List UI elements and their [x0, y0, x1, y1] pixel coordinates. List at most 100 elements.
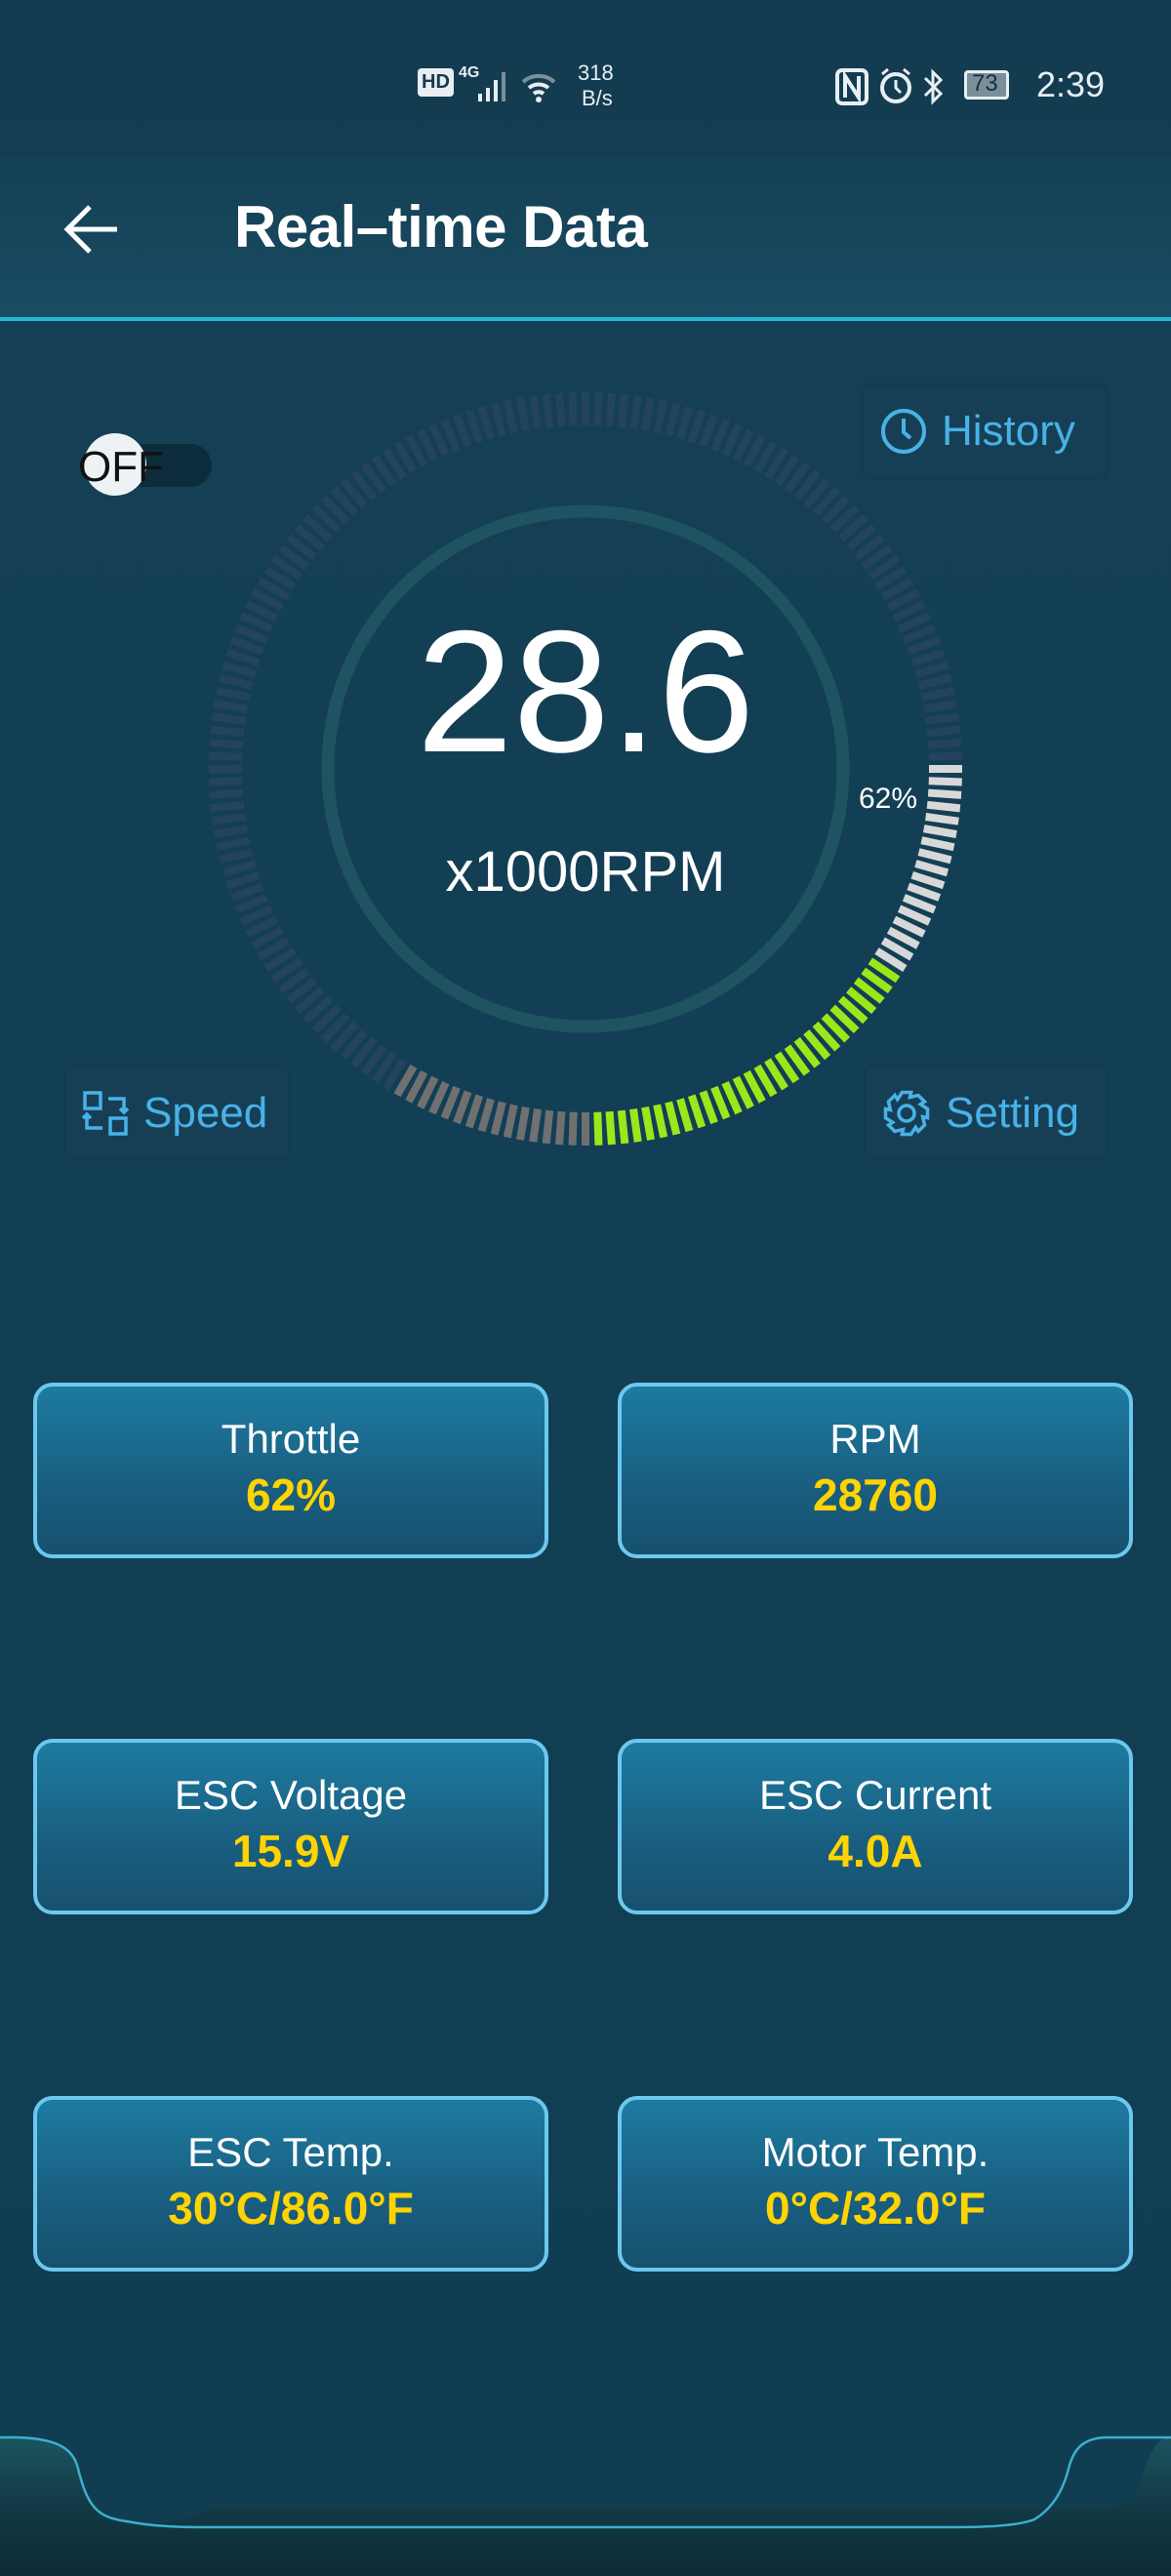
gauge-tick [234, 894, 269, 914]
metric-card-throttle: Throttle 62% [33, 1383, 548, 1558]
gauge-tick [214, 825, 249, 838]
power-toggle[interactable]: OFF [78, 433, 212, 496]
gauge-tick [216, 836, 251, 852]
metric-value: 15.9V [231, 1826, 350, 1876]
metric-label: ESC Current [758, 1772, 992, 1818]
gauge-tick [229, 636, 264, 656]
toggle-label: OFF [78, 443, 164, 491]
gauge-tick [926, 725, 961, 738]
gauge-tick [710, 1085, 731, 1120]
alarm-icon [880, 67, 911, 103]
arrow-left-icon[interactable] [59, 195, 127, 263]
nfc-icon [835, 68, 868, 105]
gauge-tick [229, 882, 264, 902]
gauge-tick [464, 1094, 484, 1129]
gauge-tick [225, 870, 261, 890]
gauge-tick [927, 788, 962, 799]
metric-value: 0°C/32.0°F [764, 2183, 986, 2234]
rpm-value: 28.6 [416, 594, 755, 788]
gauge-tick [440, 1085, 461, 1120]
gauge-tick [902, 894, 937, 914]
gauge-tick [464, 409, 484, 444]
switch-mode-icon [81, 1090, 130, 1136]
gauge-tick [605, 1110, 616, 1146]
metric-value: 4.0A [828, 1826, 923, 1876]
gauge-tick [641, 397, 655, 432]
gauge-tick [914, 661, 949, 678]
gauge-tick [593, 392, 603, 426]
gauge-tick [914, 860, 949, 877]
gauge-tick [629, 1108, 642, 1143]
hd-icon: HD [418, 68, 454, 97]
throttle-percent-label: 62% [859, 783, 918, 815]
gauge-tick [605, 392, 616, 427]
gauge-tick [653, 399, 668, 434]
gauge-tick [902, 624, 937, 644]
gauge-tick [440, 418, 461, 453]
gauge-tick [928, 751, 962, 761]
gauge-tick [928, 777, 962, 786]
gauge-tick [503, 399, 518, 434]
bluetooth-icon [923, 68, 944, 105]
gauge-tick [490, 402, 506, 437]
gauge-tick [617, 1109, 629, 1145]
wifi-icon [521, 73, 556, 102]
gauge-tick [687, 409, 707, 444]
gauge-tick [920, 836, 955, 852]
metric-label: Throttle [221, 1416, 361, 1462]
gauge-tick [503, 1104, 518, 1139]
net-speed-value: 318 [578, 60, 614, 85]
metric-label: ESC Temp. [187, 2129, 394, 2175]
gauge-tick [490, 1101, 506, 1136]
gauge-tick [516, 397, 530, 432]
metric-label: ESC Voltage [174, 1772, 408, 1818]
gauge-tick [568, 1111, 578, 1146]
gauge-tick [555, 1110, 566, 1146]
metric-card-esc-temp: ESC Temp. 30°C/86.0°F [33, 2096, 548, 2272]
gauge-tick [212, 712, 246, 725]
gauge-tick [568, 392, 578, 426]
bottom-wave-decoration [0, 2435, 1171, 2576]
rpm-unit: x1000RPM [445, 840, 726, 904]
gauge-tick [617, 393, 629, 428]
gauge-tick [926, 800, 961, 813]
gauge-tick [555, 392, 566, 427]
page-title: Real–time Data [234, 194, 648, 260]
gauge-tick [687, 1094, 707, 1129]
gauge-tick [653, 1104, 668, 1139]
gauge-tick [209, 777, 243, 786]
metric-card-motor-temp: Motor Temp. 0°C/32.0°F [618, 2096, 1133, 2272]
gauge-tick [920, 686, 955, 702]
battery-level: 73 [972, 70, 998, 97]
gauge-tick [699, 1090, 718, 1125]
status-bar: HD 4G 318 B/s 73 2:39 [0, 0, 1171, 156]
gauge-tick [699, 413, 718, 448]
gauge-tick [210, 725, 245, 738]
gauge-tick [477, 405, 495, 440]
gauge-tick [453, 413, 472, 448]
gauge-tick [209, 788, 244, 799]
gauge-tick [676, 1098, 694, 1133]
gauge-tick [516, 1106, 530, 1141]
gauge-tick [629, 395, 642, 429]
gauge-tick [665, 1101, 681, 1136]
gauge-tick [593, 1111, 603, 1146]
clock: 2:39 [1036, 64, 1106, 104]
gauge-tick [910, 870, 946, 890]
gauge-tick [212, 813, 246, 825]
gauge-tick [922, 700, 957, 713]
gauge-tick [917, 848, 952, 865]
metric-card-esc-current: ESC Current 4.0A [618, 1739, 1133, 1914]
gauge-tick [676, 405, 694, 440]
gauge-tick [209, 751, 243, 761]
gauge-tick [225, 648, 261, 667]
gauge-tick [210, 800, 245, 813]
gauge-tick [927, 739, 962, 749]
metric-value: 28760 [813, 1469, 938, 1520]
gauge-tick [216, 686, 251, 702]
gauge-tick [542, 1109, 554, 1145]
metric-value: 30°C/86.0°F [168, 2183, 414, 2234]
gauge-tick [925, 813, 959, 825]
gauge-tick [529, 1108, 542, 1143]
gauge-tick [907, 636, 942, 656]
